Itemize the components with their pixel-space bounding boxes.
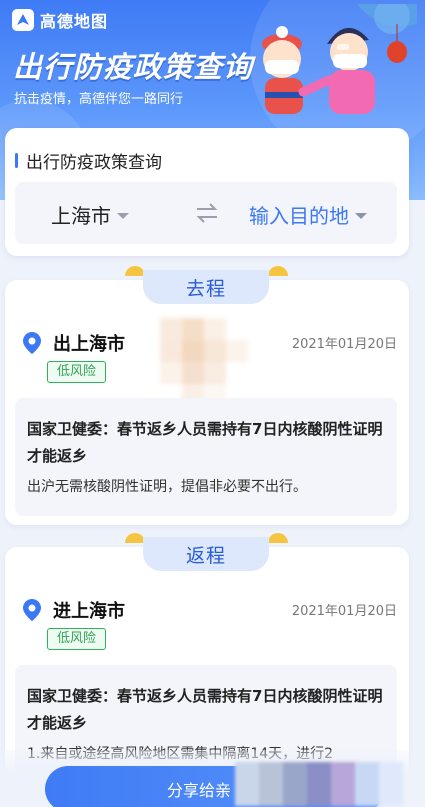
outbound-tab: 去程 [0, 266, 425, 310]
destination-select[interactable]: 输入目的地 [249, 200, 367, 229]
return-tab: 返程 [0, 533, 425, 577]
risk-badge: 低风险 [47, 628, 107, 650]
blurred-region [160, 318, 248, 406]
outbound-card: 出上海市 2021年01月20日 低风险 国家卫健委：春节返乡人员需持有7日内核… [5, 280, 409, 525]
tab-outbound: 去程 [143, 270, 269, 304]
destination-label: 输入目的地 [249, 204, 349, 228]
title-accent-bar [15, 153, 18, 168]
masked-kids-illustration [262, 4, 417, 114]
from-city-label: 上海市 [51, 204, 111, 228]
tab-ear-right [268, 533, 288, 543]
risk-badge: 低风险 [47, 361, 107, 383]
outbound-city-row: 出上海市 [23, 330, 125, 356]
swap-icon[interactable] [195, 202, 219, 224]
outbound-date: 2021年01月20日 [291, 337, 397, 352]
chevron-down-icon [355, 212, 367, 219]
amap-logo-icon [12, 9, 34, 31]
tab-ear-left [125, 266, 145, 276]
policy-title: 国家卫健委：春节返乡人员需持有7日内核酸阴性证明才能返乡 [27, 687, 383, 732]
return-date: 2021年01月20日 [291, 604, 397, 619]
blurred-region [235, 762, 403, 806]
return-city: 进上海市 [53, 601, 125, 622]
tab-ear-right [268, 266, 288, 276]
app-logo: 高德地图 [12, 8, 108, 32]
query-card-title-text: 出行防疫政策查询 [26, 153, 162, 173]
share-button-label: 分享给亲 [167, 781, 232, 800]
city-selector: 上海市 输入目的地 [15, 182, 397, 244]
location-pin-icon [23, 599, 41, 621]
tab-return: 返程 [143, 537, 269, 571]
outbound-city: 出上海市 [53, 334, 125, 355]
return-city-row: 进上海市 [23, 597, 125, 623]
chevron-down-icon [117, 212, 129, 219]
query-card-title: 出行防疫政策查询 [15, 148, 162, 173]
from-city-select[interactable]: 上海市 [51, 200, 129, 229]
policy-title: 国家卫健委：春节返乡人员需持有7日内核酸阴性证明才能返乡 [27, 420, 383, 465]
page-subtitle: 抗击疫情，高德伴您一路同行 [14, 92, 184, 107]
tab-ear-left [125, 533, 145, 543]
logo-text: 高德地图 [40, 12, 109, 31]
policy-query-card: 出行防疫政策查询 上海市 输入目的地 [5, 128, 409, 256]
outbound-policy-box: 国家卫健委：春节返乡人员需持有7日内核酸阴性证明才能返乡 出沪无需核酸阴性证明，… [15, 398, 397, 516]
policy-detail: 出沪无需核酸阴性证明，提倡非必要不出行。 [27, 479, 307, 495]
location-pin-icon [23, 332, 41, 354]
